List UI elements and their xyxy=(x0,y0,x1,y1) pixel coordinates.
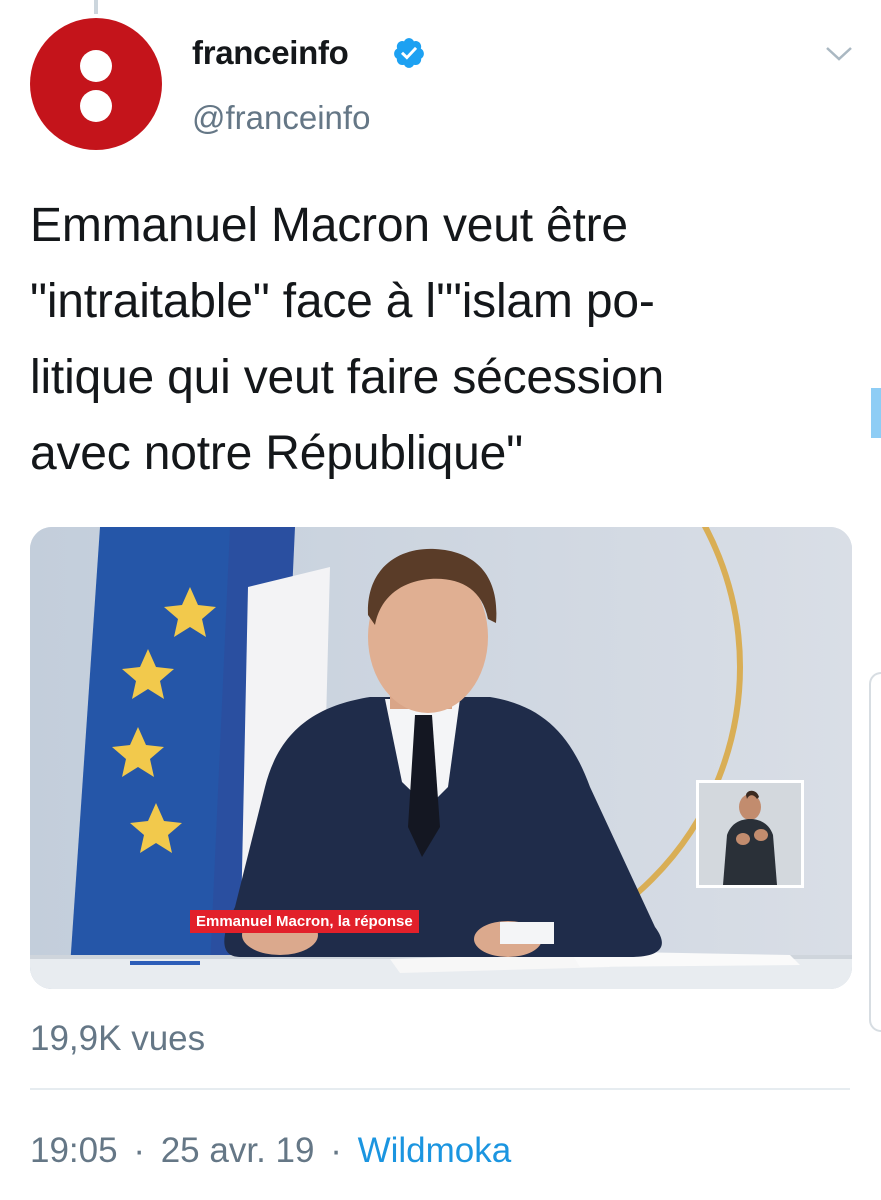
avatar[interactable] xyxy=(30,18,162,150)
thread-connector-line xyxy=(94,0,98,14)
sign-language-inset xyxy=(696,780,804,888)
tweet-text: Emmanuel Macron veut être "intraitable" … xyxy=(30,188,850,492)
tweet-text-line: avec notre République" xyxy=(30,427,523,480)
meta-separator: · xyxy=(330,1131,342,1170)
sign-language-interpreter xyxy=(699,783,801,885)
tweet-time: 19:05 xyxy=(30,1131,118,1170)
video-frame xyxy=(30,527,852,989)
verified-badge-icon xyxy=(394,38,424,68)
chevron-down-icon[interactable] xyxy=(824,44,854,64)
tweet-date: 25 avr. 19 xyxy=(160,1131,315,1170)
account-handle[interactable]: @franceinfo xyxy=(192,99,370,137)
view-count: 19,9K vues xyxy=(30,1019,206,1058)
tweet-text-line: Emmanuel Macron veut être xyxy=(30,199,628,252)
tweet-text-line: "intraitable" face à l'"islam po- xyxy=(30,275,655,328)
video-caption-banner: Emmanuel Macron, la réponse xyxy=(190,910,419,933)
tweet-meta: 19:05 · 25 avr. 19 · Wildmoka xyxy=(30,1131,511,1171)
meta-separator: · xyxy=(133,1131,145,1170)
video-player[interactable]: Emmanuel Macron, la réponse xyxy=(30,527,852,989)
account-name[interactable]: franceinfo xyxy=(192,34,349,72)
tweet-detail: franceinfo @franceinfo Emmanuel Macron v… xyxy=(0,0,881,1200)
side-panel-edge xyxy=(869,672,881,1032)
avatar-dot-top xyxy=(80,50,112,82)
avatar-dot-bottom xyxy=(80,90,112,122)
tweet-text-line: litique qui veut faire sécession xyxy=(30,351,664,404)
divider xyxy=(30,1088,850,1090)
tweet-source-link[interactable]: Wildmoka xyxy=(358,1131,512,1170)
scroll-indicator[interactable] xyxy=(871,388,881,438)
